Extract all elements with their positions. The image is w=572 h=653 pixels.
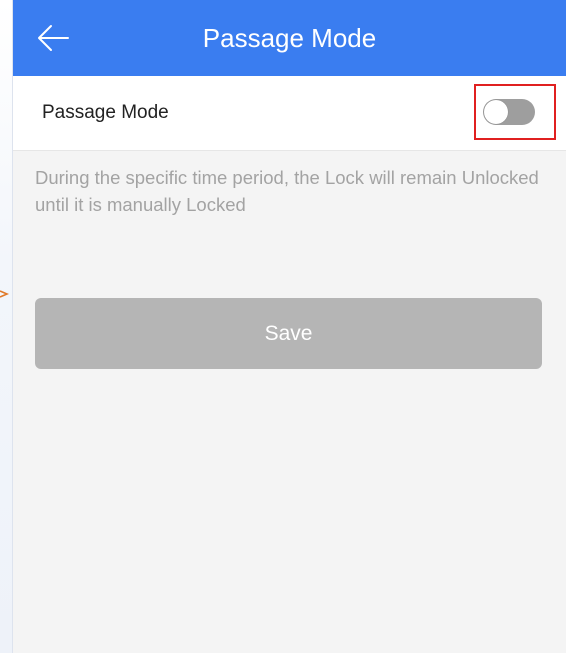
right-margin — [566, 0, 572, 653]
passage-mode-toggle[interactable] — [483, 99, 535, 125]
page: Passage Mode Passage Mode During the spe… — [0, 0, 572, 653]
page-title: Passage Mode — [202, 23, 377, 53]
background-window-edge — [0, 0, 13, 653]
app-header: Passage Mode — [13, 0, 566, 76]
passage-mode-row: Passage Mode — [13, 76, 566, 151]
pointer-arrow-icon — [0, 290, 10, 298]
app-screen: Passage Mode Passage Mode During the spe… — [13, 0, 566, 653]
passage-mode-description: During the specific time period, the Loc… — [35, 167, 539, 215]
save-button[interactable]: Save — [35, 298, 542, 369]
passage-mode-label: Passage Mode — [42, 102, 169, 123]
toggle-knob — [484, 100, 508, 124]
